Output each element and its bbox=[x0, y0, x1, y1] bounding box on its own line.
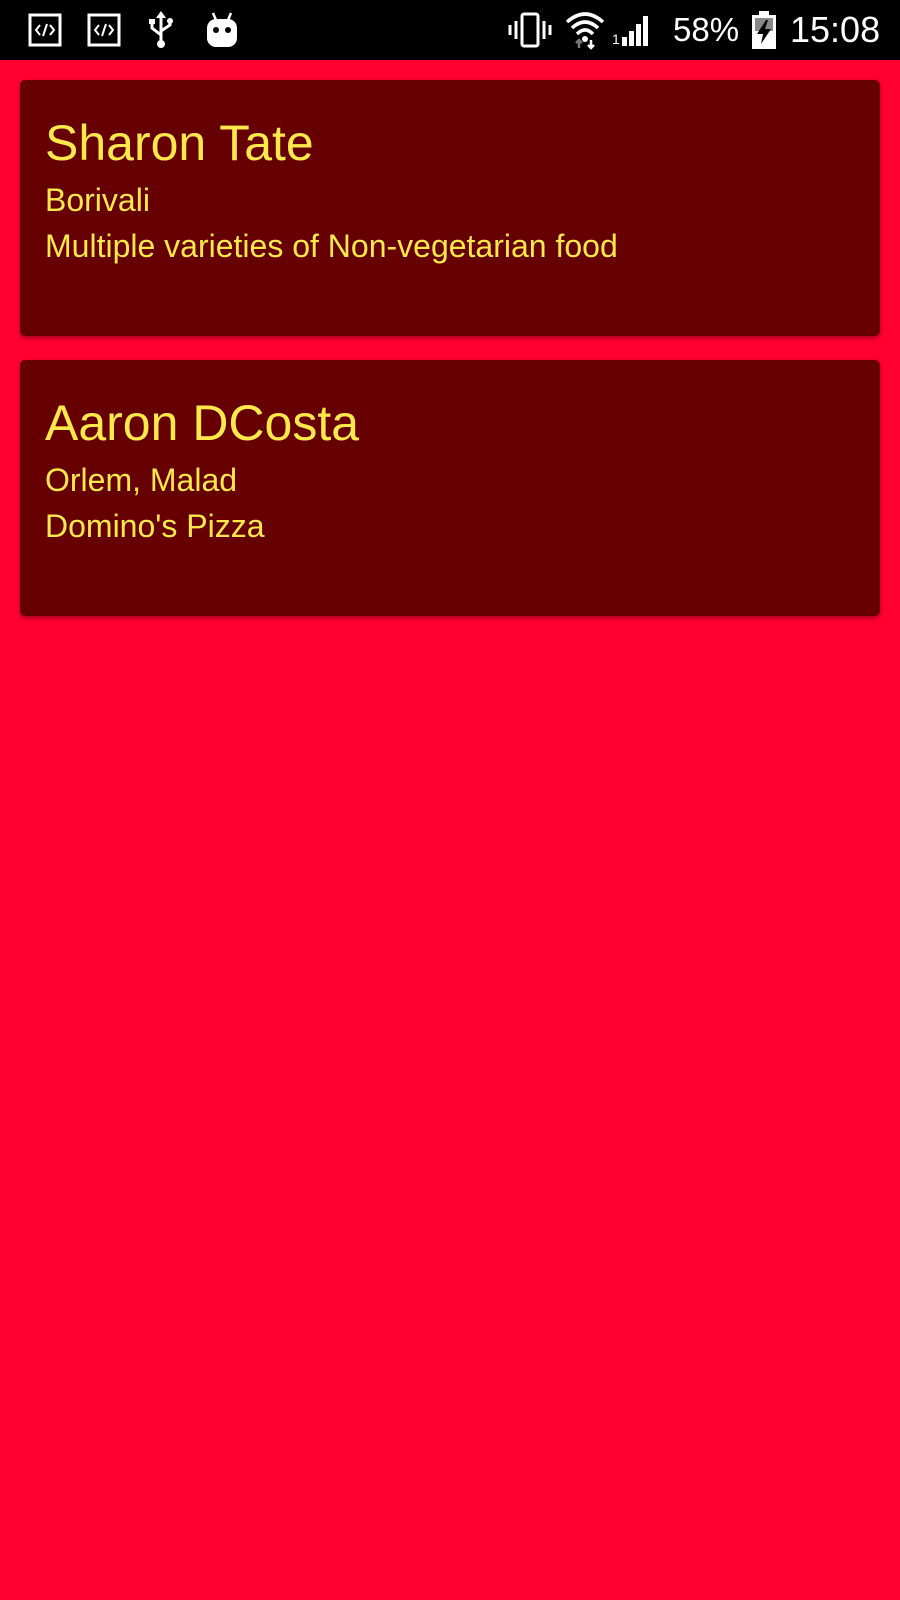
wifi-icon bbox=[565, 0, 605, 60]
restaurant-list: Sharon Tate Borivali Multiple varieties … bbox=[0, 60, 900, 1600]
item-description: Multiple varieties of Non-vegetarian foo… bbox=[45, 228, 618, 264]
status-bar: 1 58% 15:08 bbox=[0, 0, 900, 60]
battery-charging-icon bbox=[750, 0, 778, 60]
item-name: Aaron DCosta bbox=[45, 395, 360, 451]
item-name: Sharon Tate bbox=[45, 115, 314, 171]
svg-text:1: 1 bbox=[612, 31, 620, 47]
list-item[interactable]: Sharon Tate Borivali Multiple varieties … bbox=[20, 80, 880, 336]
item-location: Orlem, Malad bbox=[45, 462, 238, 498]
code-icon bbox=[87, 0, 121, 60]
signal-icon: 1 bbox=[612, 0, 652, 60]
android-icon bbox=[204, 0, 240, 60]
clock: 15:08 bbox=[790, 9, 881, 50]
vibrate-icon bbox=[508, 0, 552, 60]
battery-percentage: 58% bbox=[673, 11, 740, 48]
usb-icon bbox=[146, 0, 176, 60]
item-description: Domino's Pizza bbox=[45, 508, 265, 544]
list-item[interactable]: Aaron DCosta Orlem, Malad Domino's Pizza bbox=[20, 360, 880, 616]
item-location: Borivali bbox=[45, 182, 150, 218]
code-icon bbox=[28, 0, 62, 60]
